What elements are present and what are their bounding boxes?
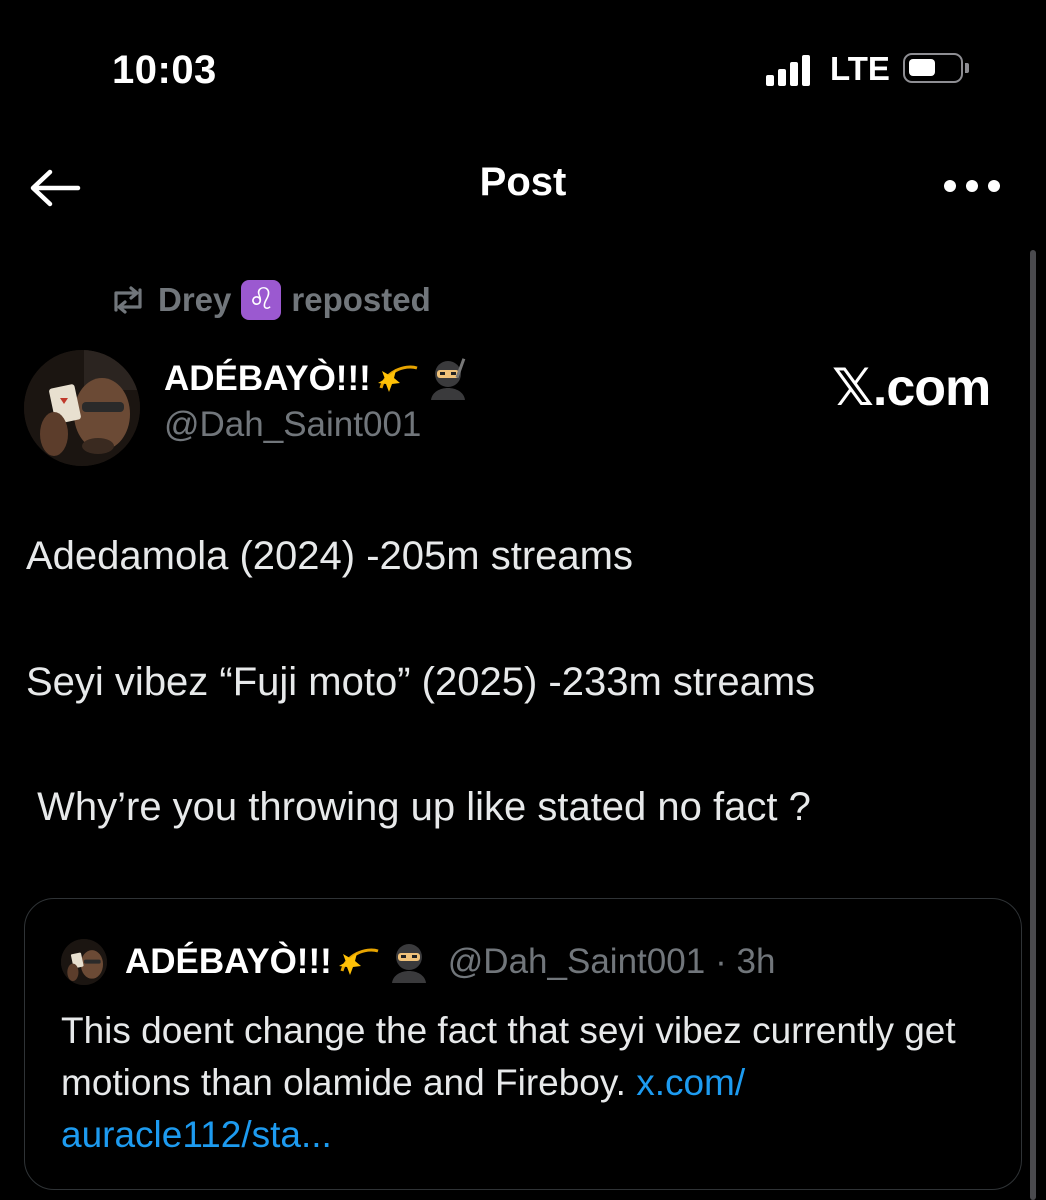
quoted-post-text: This doent change the fact that seyi vib… xyxy=(61,1005,1001,1161)
author-name: ADÉBAYÒ!!! xyxy=(164,359,371,398)
repost-label: reposted xyxy=(291,281,431,318)
quoted-author-handle: @Dah_Saint001 xyxy=(447,942,706,981)
dizzy-star-icon xyxy=(377,365,418,392)
quoted-avatar xyxy=(61,939,107,985)
more-dots-icon xyxy=(944,180,956,192)
author-handle[interactable]: @Dah_Saint001 xyxy=(164,405,421,445)
reposter-name: Drey xyxy=(158,281,232,318)
more-options-button[interactable] xyxy=(944,180,1000,194)
page-title: Post xyxy=(479,160,567,204)
status-bar: 10:03 LTE xyxy=(0,0,1046,130)
ninja-icon xyxy=(430,358,466,400)
avatar[interactable] xyxy=(24,350,140,466)
battery-icon xyxy=(903,53,969,83)
profile-photo-icon xyxy=(24,350,140,466)
author-name-row[interactable]: ADÉBAYÒ!!! xyxy=(164,356,471,402)
signal-strength-icon xyxy=(766,54,818,86)
network-type: LTE xyxy=(830,50,890,87)
dizzy-star-icon xyxy=(338,948,379,975)
quoted-post-time: · 3h xyxy=(715,942,776,981)
x-com-watermark: 𝕏.com xyxy=(832,359,991,417)
post-text-line: Adedamola (2024) -205m streams xyxy=(26,534,633,578)
ninja-icon xyxy=(391,944,426,983)
repost-icon xyxy=(114,286,142,314)
quoted-post-body: This doent change the fact that seyi vib… xyxy=(61,1010,956,1103)
status-time: 10:03 xyxy=(112,48,217,92)
quoted-post-header: ADÉBAYÒ!!! @Dah_Saint001 · 3h xyxy=(125,939,775,985)
post-text-line: Seyi vibez “Fuji moto” (2025) -233m stre… xyxy=(26,660,816,704)
quoted-post[interactable]: ADÉBAYÒ!!! @Dah_Saint001 · 3h This doent… xyxy=(24,898,1022,1190)
top-navigation: Post xyxy=(0,150,1046,222)
scrollbar[interactable] xyxy=(1030,250,1036,1200)
profile-photo-icon xyxy=(61,939,107,985)
quoted-author-name: ADÉBAYÒ!!! xyxy=(125,942,332,981)
repost-indicator[interactable]: Drey ♌ reposted xyxy=(108,278,431,322)
leo-zodiac-icon: ♌ xyxy=(241,280,282,320)
post-text-line: Why’re you throwing up like stated no fa… xyxy=(26,785,811,829)
